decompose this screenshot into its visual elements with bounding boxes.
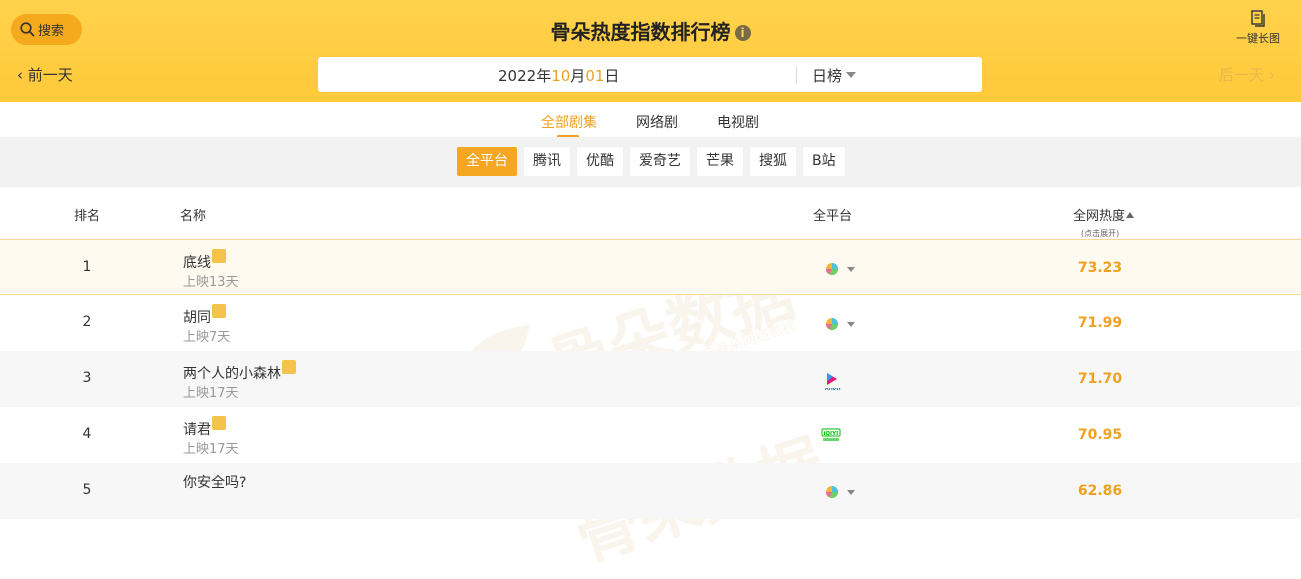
date-month-unit: 月: [570, 67, 586, 85]
sort-icon: [1126, 212, 1135, 218]
title-cell[interactable]: 两个人的小森林: [183, 360, 296, 383]
title-cell[interactable]: 底线: [183, 249, 226, 272]
table-row[interactable]: 5 你安全吗? 62.86: [0, 463, 1301, 519]
title-text: 底线: [183, 255, 211, 271]
multi-platform-icon[interactable]: [825, 261, 857, 277]
platform-bilibili[interactable]: B站: [803, 147, 845, 176]
platform-tencent[interactable]: 腾讯: [524, 147, 570, 176]
long-image-button[interactable]: 一键长图: [1233, 10, 1283, 46]
heat-value: 62.86: [1077, 483, 1123, 499]
title-cell[interactable]: 胡同: [183, 304, 226, 327]
category-tabs: 全部剧集 网络剧 电视剧: [0, 102, 1301, 138]
title-text: 你安全吗?: [183, 475, 247, 491]
header-heat-label: 全网热度: [1073, 209, 1126, 224]
header-bar: 搜索 骨朵热度指数排行榜 i 一键长图 ‹ 前一天 2022年10月01日 日榜 …: [0, 0, 1301, 102]
heat-value: 71.70: [1077, 371, 1123, 387]
heat-value: 71.99: [1077, 315, 1123, 331]
date-selector[interactable]: 2022年10月01日 日榜: [318, 57, 982, 92]
platform-iqiyi[interactable]: 爱奇艺: [630, 147, 690, 176]
page-title-text: 骨朵热度指数排行榜: [550, 20, 731, 44]
days-cell: 上映7天: [183, 330, 231, 345]
prev-day-label: 前一天: [27, 66, 73, 84]
date-day-unit: 日: [604, 67, 620, 85]
days-cell: 上映13天: [183, 275, 239, 290]
table-row[interactable]: 3 两个人的小森林 上映17天 YOUKU 71.70: [0, 351, 1301, 407]
tag-badge-icon: [212, 304, 226, 318]
tag-badge-icon: [212, 416, 226, 430]
header-platform: 全平台: [813, 209, 853, 224]
table-row[interactable]: 4 请君 上映17天 iQIYI 70.95: [0, 407, 1301, 463]
platform-sohu[interactable]: 搜狐: [750, 147, 796, 176]
tab-web-series[interactable]: 网络剧: [636, 112, 678, 132]
rank-cell: 3: [82, 370, 92, 386]
table-row[interactable]: 1 底线 上映13天 73.23: [0, 239, 1301, 295]
multi-platform-icon[interactable]: [825, 316, 857, 332]
title-text: 请君: [183, 422, 211, 438]
date-year-unit: 年: [536, 67, 552, 85]
period-label: 日榜: [812, 67, 843, 85]
header-heat-hint: (点击展开): [1081, 229, 1120, 238]
info-icon[interactable]: i: [734, 25, 751, 41]
header-name: 名称: [180, 209, 207, 224]
date-display[interactable]: 2022年10月01日: [498, 65, 619, 86]
long-image-label: 一键长图: [1236, 32, 1280, 45]
next-day-button[interactable]: 后一天 ›: [1219, 64, 1275, 85]
prev-day-button[interactable]: ‹ 前一天: [17, 64, 73, 85]
next-day-label: 后一天: [1219, 66, 1265, 84]
tag-badge-icon: [282, 360, 296, 374]
svg-text:iQIYI: iQIYI: [824, 431, 839, 437]
platform-youku[interactable]: 优酷: [577, 147, 623, 176]
table-row[interactable]: 2 胡同 上映7天 71.99: [0, 295, 1301, 351]
rank-cell: 2: [82, 314, 92, 330]
platform-filter-bar: 全平台 腾讯 优酷 爱奇艺 芒果 搜狐 B站: [0, 137, 1301, 187]
document-icon: [1251, 10, 1265, 27]
heat-value: 73.23: [1077, 260, 1123, 276]
platform-all[interactable]: 全平台: [457, 147, 517, 176]
platform-mango[interactable]: 芒果: [697, 147, 743, 176]
date-month: 10: [551, 67, 571, 85]
date-day: 01: [585, 67, 605, 85]
rank-cell: 1: [82, 259, 92, 275]
period-dropdown[interactable]: 日榜: [812, 65, 857, 86]
chevron-right-icon: ›: [1268, 66, 1275, 84]
header-rank: 排名: [74, 209, 101, 224]
tag-badge-icon: [212, 249, 226, 263]
days-cell: 上映17天: [183, 442, 239, 457]
title-text: 两个人的小森林: [183, 366, 281, 382]
days-cell: 上映17天: [183, 386, 239, 401]
youku-icon[interactable]: YOUKU: [825, 368, 857, 390]
title-cell[interactable]: 请君: [183, 416, 226, 439]
chevron-left-icon: ‹: [17, 66, 23, 84]
date-year: 2022: [498, 67, 537, 85]
rank-cell: 5: [82, 482, 92, 498]
heat-value: 70.95: [1077, 427, 1123, 443]
header-heat[interactable]: 全网热度: [1073, 205, 1135, 224]
multi-platform-icon[interactable]: [825, 484, 857, 500]
caret-down-icon: [846, 72, 857, 78]
rank-cell: 4: [82, 426, 92, 442]
iqiyi-icon[interactable]: iQIYI: [821, 427, 853, 443]
svg-text:YOUKU: YOUKU: [825, 388, 841, 390]
date-divider: [796, 66, 797, 84]
title-text: 胡同: [183, 310, 211, 326]
tab-tv-series[interactable]: 电视剧: [717, 112, 759, 132]
page-title: 骨朵热度指数排行榜 i: [0, 16, 1301, 45]
title-cell[interactable]: 你安全吗?: [183, 472, 246, 492]
tab-all-series[interactable]: 全部剧集: [541, 112, 597, 132]
table-header: 排名 名称 全平台 全网热度 (点击展开): [0, 187, 1301, 239]
